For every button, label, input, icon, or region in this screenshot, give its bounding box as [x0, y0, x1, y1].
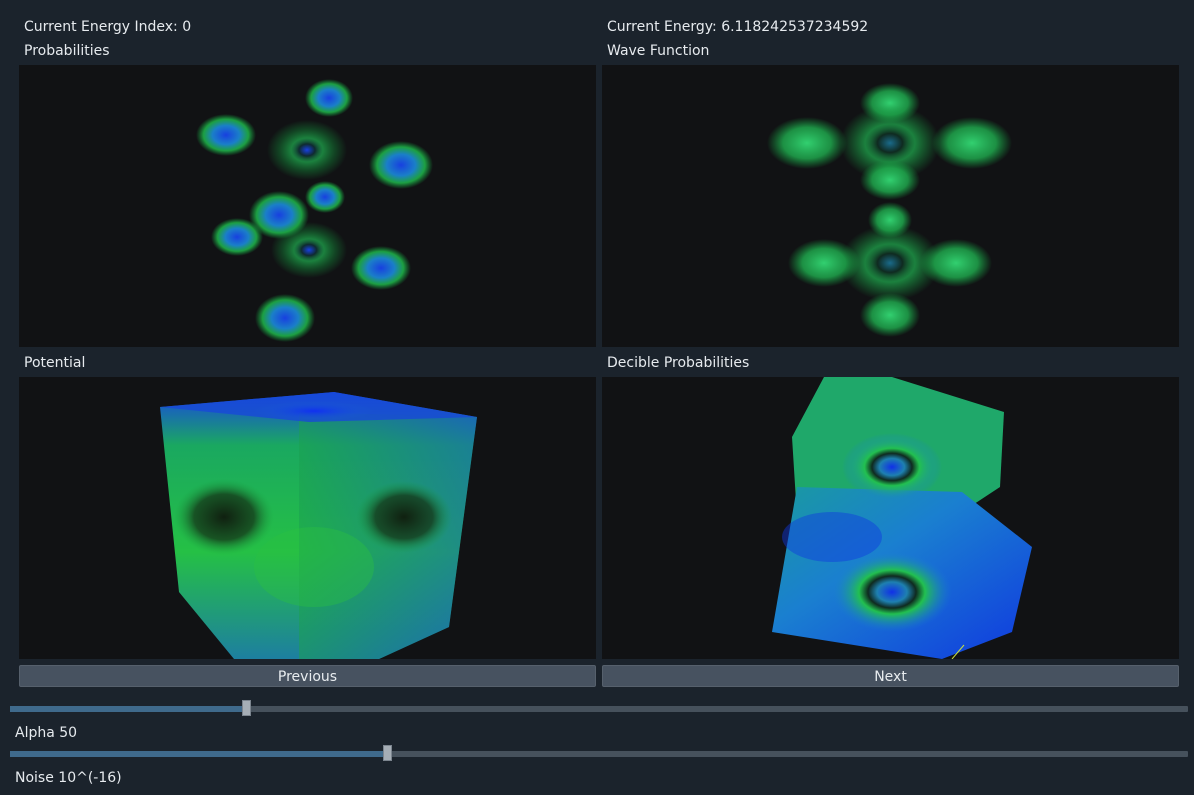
alpha-slider-handle[interactable]: [241, 700, 251, 716]
noise-slider-fill: [10, 751, 387, 757]
noise-slider-handle[interactable]: [382, 745, 392, 761]
probabilities-render: [196, 79, 433, 342]
energy-value-label: Current Energy: 6.118242537234592: [607, 19, 869, 35]
noise-slider[interactable]: [10, 745, 1188, 761]
wave-function-viewport[interactable]: [602, 65, 1179, 347]
noise-label: Noise 10^(-16): [15, 770, 122, 786]
decible-probabilities-render: [772, 377, 1032, 659]
probabilities-viewport[interactable]: [19, 65, 596, 347]
energy-index-label: Current Energy Index: 0: [24, 19, 192, 35]
alpha-slider[interactable]: [10, 700, 1188, 716]
wave-function-title: Wave Function: [607, 43, 710, 59]
alpha-label: Alpha 50: [15, 725, 78, 741]
potential-viewport[interactable]: [19, 377, 596, 659]
probabilities-title: Probabilities: [24, 43, 110, 59]
next-button[interactable]: Next: [602, 665, 1179, 687]
previous-button[interactable]: Previous: [19, 665, 596, 687]
wave-function-render: [767, 83, 1012, 337]
alpha-slider-fill: [10, 706, 246, 712]
decible-probabilities-viewport[interactable]: [602, 377, 1179, 659]
potential-render: [160, 392, 477, 659]
potential-title: Potential: [24, 355, 86, 371]
decible-probabilities-title: Decible Probabilities: [607, 355, 750, 371]
